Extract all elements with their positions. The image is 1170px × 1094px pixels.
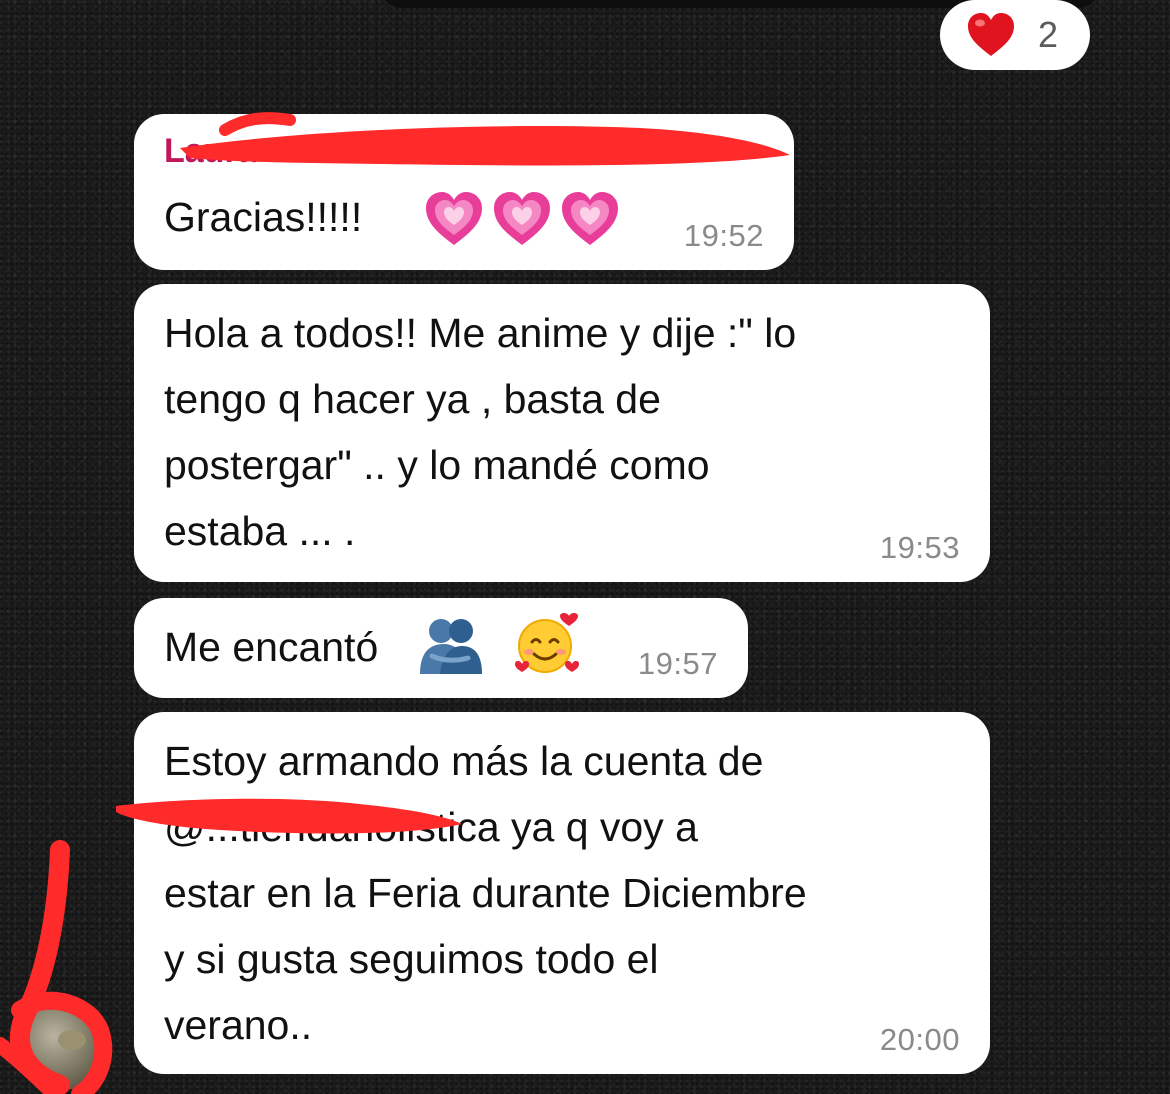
pink-heart-icon [560,190,620,248]
message-time: 19:57 [637,646,718,681]
message-text: Me encantó [164,624,379,670]
message-text: Gracias!!!!! [164,194,363,240]
sender-avatar[interactable] [18,1000,108,1090]
reaction-count: 2 [1037,14,1059,55]
pink-heart-icon [492,190,552,248]
heart-icon [966,12,1016,58]
message-time: 20:00 [879,1022,960,1057]
message-bubble[interactable]: Hola a todos!! Me anime y dije :" lo ten… [134,284,990,582]
message-bubble[interactable]: Estoy armando más la cuenta de @...tiend… [134,712,990,1074]
smiling-face-with-hearts-icon [514,612,580,676]
reaction-pill[interactable]: 2 [940,0,1090,70]
message-text: Hola a todos!! Me anime y dije :" lo ten… [164,310,797,554]
message-time: 19:53 [879,530,960,565]
message-bubble[interactable]: Me encantó 19:57 [134,598,748,698]
message-bubble[interactable]: Laura ... MADE Gracias!!!!! 19:52 [134,114,794,270]
avatar-photo-detail [58,1030,86,1050]
message-time: 19:52 [683,218,764,253]
hugging-people-icon [418,616,484,676]
message-text: Estoy armando más la cuenta de @...tiend… [164,738,807,1048]
sender-name: Laura ... MADE [164,132,404,170]
pink-heart-icon [424,190,484,248]
